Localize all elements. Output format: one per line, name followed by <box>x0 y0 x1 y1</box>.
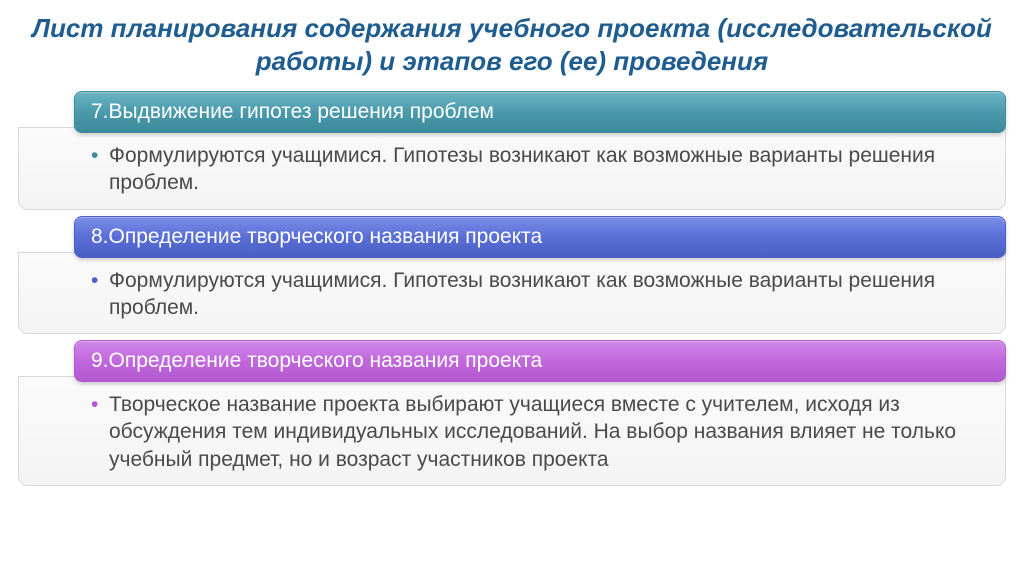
section-9-body: Творческое название проекта выбирают уча… <box>18 376 1006 486</box>
section-9-header: 9.Определение творческого названия проек… <box>74 340 1006 382</box>
section-7: 7.Выдвижение гипотез решения проблем Фор… <box>0 91 1024 210</box>
slide-title: Лист планирования содержания учебного пр… <box>0 12 1024 91</box>
section-7-bullet: Формулируются учащимися. Гипотезы возник… <box>91 142 985 197</box>
section-8-bullet: Формулируются учащимися. Гипотезы возник… <box>91 267 985 322</box>
section-7-header: 7.Выдвижение гипотез решения проблем <box>74 91 1006 133</box>
section-8: 8.Определение творческого названия проек… <box>0 216 1024 335</box>
section-8-header: 8.Определение творческого названия проек… <box>74 216 1006 258</box>
section-9: 9.Определение творческого названия проек… <box>0 340 1024 486</box>
section-8-body: Формулируются учащимися. Гипотезы возник… <box>18 252 1006 335</box>
slide-container: Лист планирования содержания учебного пр… <box>0 0 1024 574</box>
section-7-body: Формулируются учащимися. Гипотезы возник… <box>18 127 1006 210</box>
section-9-bullet: Творческое название проекта выбирают уча… <box>91 391 985 473</box>
